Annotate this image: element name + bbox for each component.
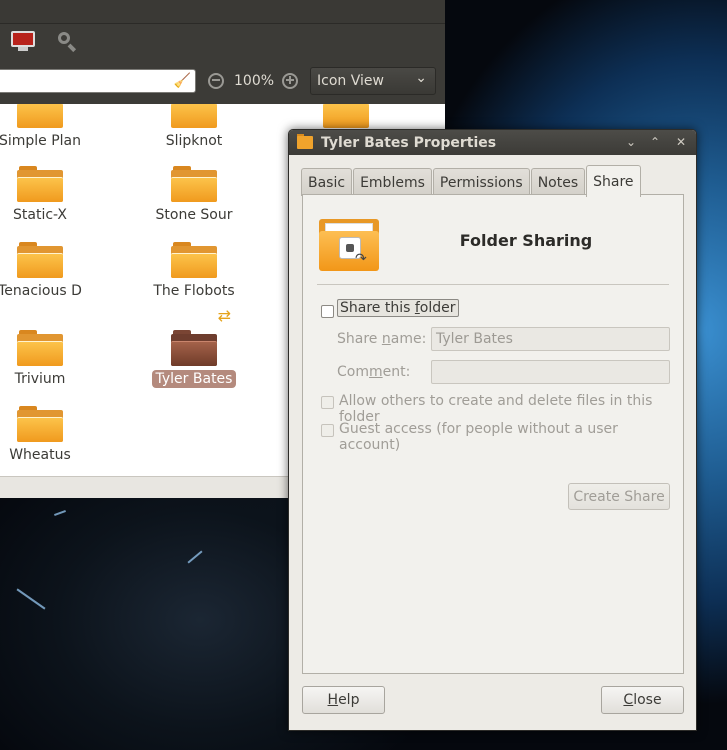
folder-label: Trivium xyxy=(14,371,66,387)
close-icon[interactable]: ✕ xyxy=(673,134,689,150)
menu-bar xyxy=(0,0,445,24)
folder-icon xyxy=(17,166,63,202)
dialog-title: Tyler Bates Properties xyxy=(321,134,497,151)
folder-icon xyxy=(17,406,63,442)
folder-item[interactable]: Static-X xyxy=(0,166,100,224)
wallpaper-streak xyxy=(187,550,203,564)
folder-label: Tyler Bates xyxy=(151,370,237,388)
search-button[interactable] xyxy=(50,27,84,55)
shared-folder-icon: ⇄ xyxy=(171,308,231,366)
shared-folder-icon: ↷ xyxy=(319,219,379,271)
folder-item-selected[interactable]: ⇄ Tyler Bates xyxy=(134,308,254,388)
allow-others-checkbox[interactable] xyxy=(321,396,334,409)
properties-dialog: Tyler Bates Properties ⌄ ⌃ ✕ Basic Emble… xyxy=(288,129,697,731)
zoom-out-icon[interactable] xyxy=(208,73,224,89)
comment-field[interactable] xyxy=(431,360,670,384)
folder-item[interactable] xyxy=(286,104,406,132)
folder-item[interactable]: Simple Plan xyxy=(0,104,100,150)
view-mode-select[interactable]: Icon View ⌄ xyxy=(310,67,437,95)
folder-icon xyxy=(171,242,217,278)
folder-item[interactable]: Tenacious D xyxy=(0,242,100,300)
clear-icon[interactable]: 🧹 xyxy=(174,73,191,89)
toolbar xyxy=(0,24,445,58)
location-field[interactable]: 🧹 xyxy=(0,69,196,93)
tab-permissions[interactable]: Permissions xyxy=(432,168,530,196)
folder-item[interactable]: Slipknot xyxy=(134,104,254,150)
zoom-in-icon[interactable] xyxy=(282,73,299,89)
share-folder-checkbox[interactable] xyxy=(321,305,334,318)
tab-emblems[interactable]: Emblems xyxy=(353,168,432,196)
tab-share[interactable]: Share xyxy=(586,165,641,197)
folder-icon xyxy=(17,330,63,366)
share-name-label: Share name: xyxy=(337,331,427,347)
share-folder-label[interactable]: Share this folder xyxy=(337,299,459,317)
folder-item[interactable]: Wheatus xyxy=(0,406,100,464)
create-share-button[interactable]: Create Share xyxy=(568,483,670,510)
computer-button[interactable] xyxy=(6,27,40,55)
share-emblem-icon: ⇄ xyxy=(217,306,231,325)
folder-label: Wheatus xyxy=(9,447,71,463)
folder-label: Stone Sour xyxy=(155,207,233,223)
folder-icon xyxy=(323,104,369,128)
comment-label: Comment: xyxy=(337,364,411,380)
folder-icon xyxy=(17,242,63,278)
share-name-field[interactable]: Tyler Bates xyxy=(431,327,670,351)
folder-sharing-heading: Folder Sharing xyxy=(459,231,593,250)
folder-icon xyxy=(17,104,63,128)
location-bar: 🧹 100% Icon View ⌄ xyxy=(0,58,445,104)
tab-basic[interactable]: Basic xyxy=(301,168,353,196)
search-icon xyxy=(56,30,78,53)
help-button[interactable]: Help xyxy=(302,686,385,714)
computer-icon xyxy=(11,31,35,51)
close-button[interactable]: Close xyxy=(601,686,684,714)
folder-label: Slipknot xyxy=(165,133,223,149)
folder-item[interactable]: The Flobots xyxy=(134,242,254,300)
tab-notes[interactable]: Notes xyxy=(530,168,586,196)
folder-item[interactable]: Stone Sour xyxy=(134,166,254,224)
zoom-level: 100% xyxy=(234,73,275,89)
view-mode-label: Icon View xyxy=(317,73,384,89)
chevron-down-icon: ⌄ xyxy=(415,70,428,86)
folder-label: Tenacious D xyxy=(0,283,82,299)
folder-icon xyxy=(171,104,217,128)
guest-access-label: Guest access (for people without a user … xyxy=(339,421,618,453)
folder-label: Static-X xyxy=(13,207,67,223)
wallpaper-streak xyxy=(16,588,46,610)
folder-label: Simple Plan xyxy=(0,133,82,149)
folder-icon xyxy=(297,134,313,149)
folder-icon xyxy=(171,166,217,202)
wallpaper-streak xyxy=(54,510,66,516)
share-panel: ↷ Folder Sharing Share this folder Share… xyxy=(302,194,684,674)
folder-item[interactable]: Trivium xyxy=(0,330,100,388)
minimize-icon[interactable]: ⌄ xyxy=(623,134,639,150)
tab-bar: Basic Emblems Permissions Notes Share xyxy=(301,165,642,197)
folder-label: The Flobots xyxy=(153,283,235,299)
separator xyxy=(317,284,669,285)
dialog-titlebar[interactable]: Tyler Bates Properties ⌄ ⌃ ✕ xyxy=(289,130,696,155)
maximize-icon[interactable]: ⌃ xyxy=(647,134,663,150)
guest-access-checkbox[interactable] xyxy=(321,424,334,437)
